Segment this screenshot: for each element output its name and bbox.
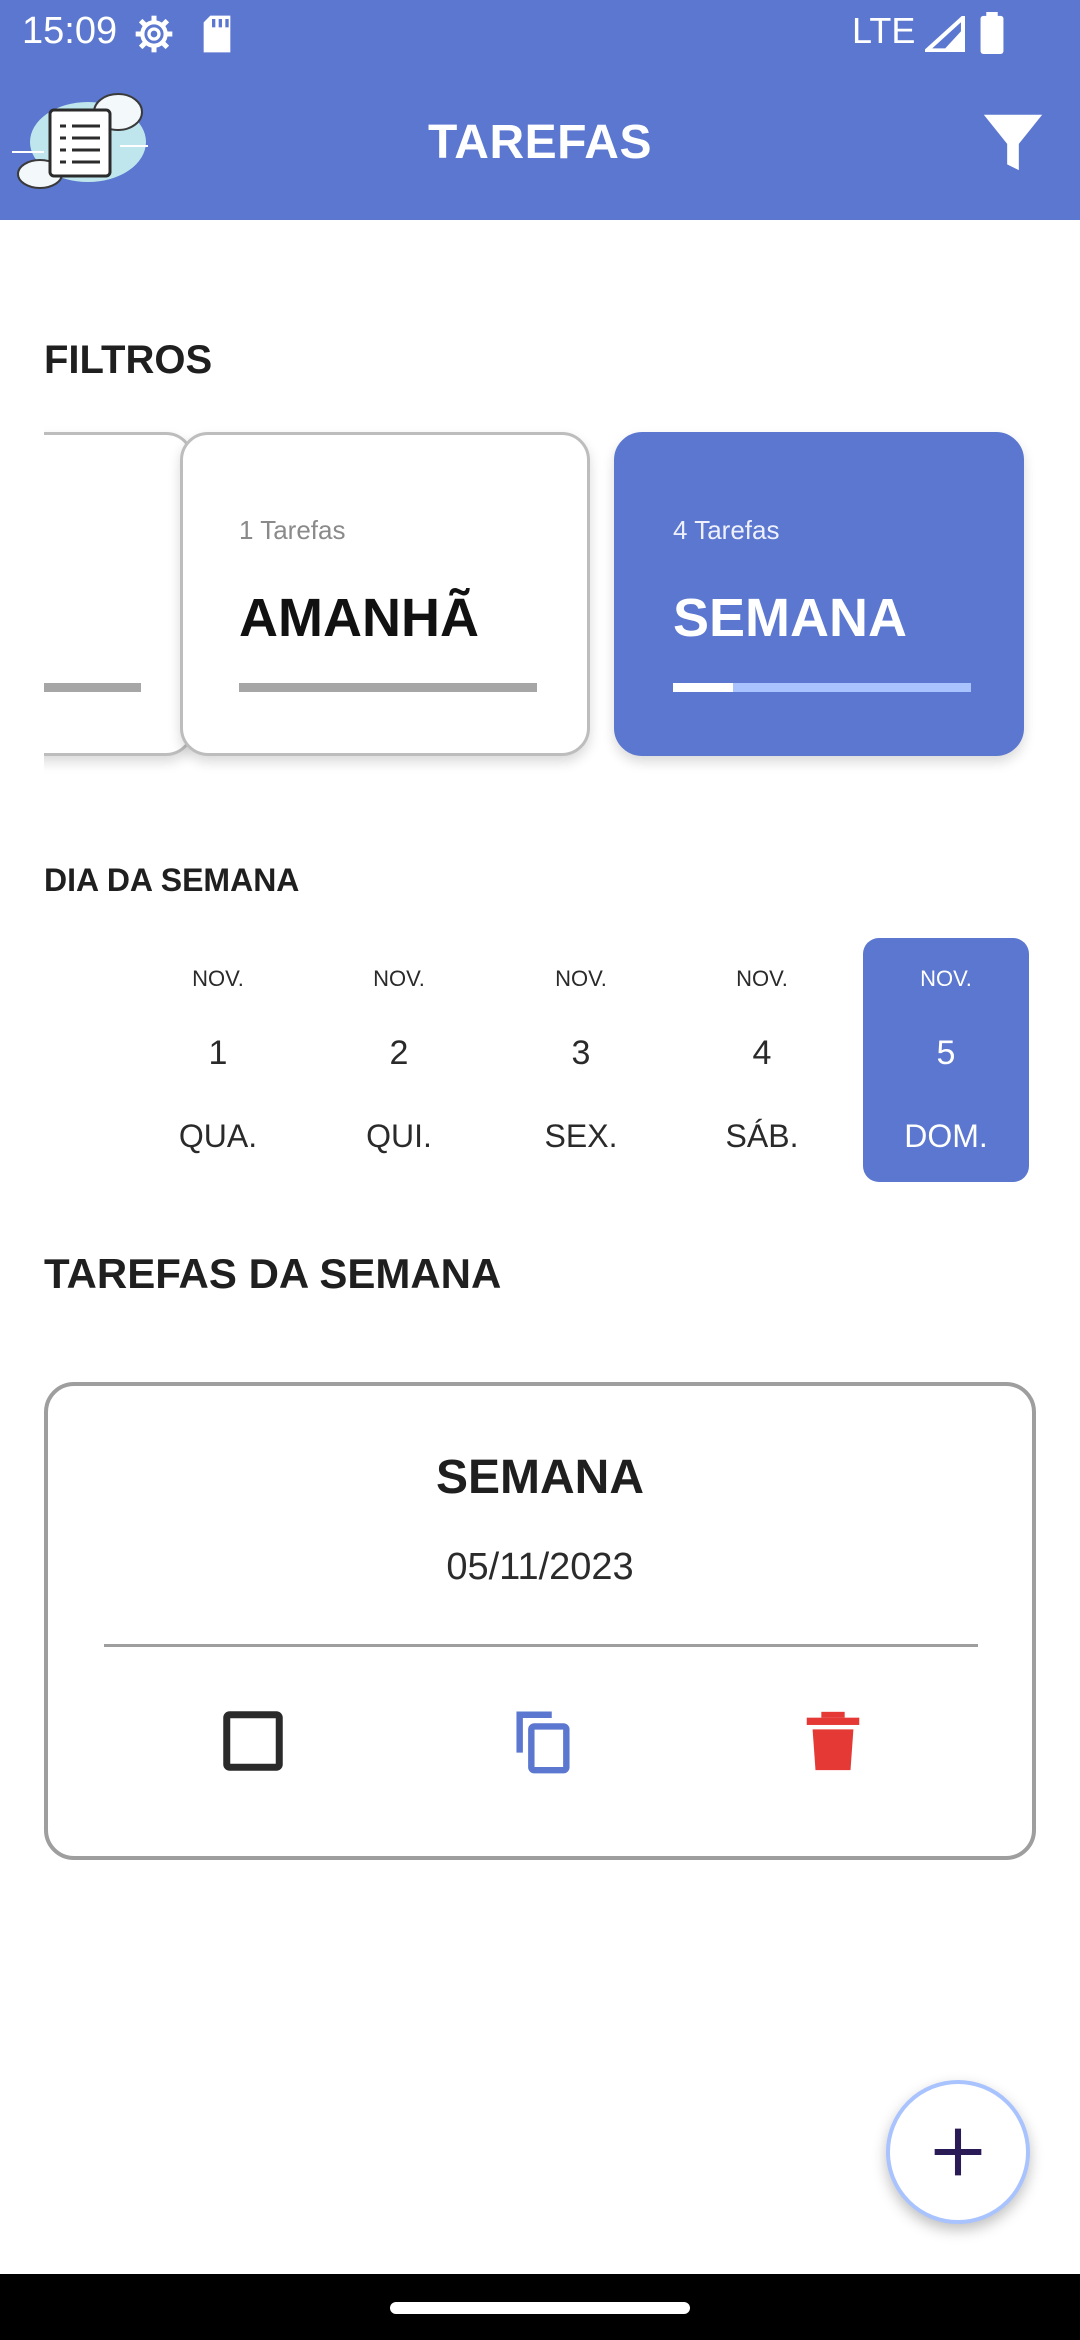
divider — [104, 1644, 978, 1647]
page-title: TAREFAS — [428, 116, 652, 169]
day-item[interactable]: T. 1 R. — [44, 938, 88, 1182]
filter-card-hoje[interactable] — [44, 432, 194, 756]
task-title: SEMANA — [435, 1451, 644, 1504]
filter-card-progress — [239, 683, 537, 692]
day-number: 4 — [752, 1034, 772, 1072]
day-weekday: R. — [44, 1118, 88, 1155]
status-time: 15:09 — [22, 10, 118, 52]
filter-card-progress — [673, 683, 971, 692]
filter-card-amanha[interactable]: 1 Tarefas AMANHÃ — [180, 432, 590, 756]
filter-card-semana[interactable]: 4 Tarefas SEMANA — [614, 432, 1024, 756]
progress-fill — [673, 683, 733, 692]
day-number: 1 — [208, 1034, 228, 1072]
filter-card-label: AMANHÃ — [239, 588, 479, 648]
filter-card-progress — [44, 683, 141, 692]
day-month: NOV. — [555, 966, 607, 991]
home-gesture-handle[interactable] — [390, 2302, 690, 2314]
signal-icon — [925, 16, 965, 52]
tasks-title: TAREFAS DA SEMANA — [44, 1250, 502, 1297]
copy-icon[interactable] — [508, 1706, 578, 1776]
day-item[interactable]: NOV. 1 QUA. — [135, 938, 301, 1182]
checkbox-icon[interactable] — [218, 1706, 288, 1776]
day-weekday: SEX. — [544, 1118, 618, 1154]
filter-carousel[interactable]: 1 Tarefas AMANHÃ 4 Tarefas SEMANA — [44, 420, 1080, 790]
trash-icon[interactable] — [798, 1706, 868, 1776]
weekday-title: DIA DA SEMANA — [44, 862, 300, 898]
network-type: LTE — [852, 10, 916, 51]
day-item[interactable]: NOV. 3 SEX. — [498, 938, 664, 1182]
app-header: 15:09 LTE TAREFAS — [0, 0, 1080, 220]
day-item-selected[interactable]: NOV. 5 DOM. — [863, 938, 1029, 1182]
day-weekday: QUA. — [178, 1118, 258, 1154]
day-item[interactable]: NOV. 2 QUI. — [316, 938, 482, 1182]
day-number: 3 — [571, 1034, 591, 1072]
plus-icon — [934, 2128, 982, 2176]
settings-gear-icon — [135, 15, 173, 53]
day-month: T. — [44, 966, 88, 992]
add-task-button[interactable] — [886, 2080, 1030, 2224]
task-date: 05/11/2023 — [446, 1546, 634, 1588]
filter-card-label: SEMANA — [673, 588, 908, 648]
day-weekday: QUI. — [366, 1118, 432, 1154]
day-month: NOV. — [192, 966, 244, 991]
battery-icon — [980, 12, 1004, 54]
filter-card-count: 4 Tarefas — [673, 515, 780, 545]
filters-title: FILTROS — [44, 338, 213, 382]
status-bar: 15:09 LTE — [0, 0, 1080, 66]
task-card[interactable]: SEMANA 05/11/2023 — [44, 1382, 1036, 1860]
day-number: 5 — [936, 1034, 956, 1072]
day-weekday: SÁB. — [725, 1118, 799, 1154]
sd-card-icon — [203, 15, 231, 53]
day-item[interactable]: NOV. 4 SÁB. — [679, 938, 845, 1182]
day-number: 1 — [44, 1034, 88, 1073]
day-number: 2 — [389, 1034, 409, 1072]
filter-icon[interactable] — [978, 106, 1048, 176]
weekday-selector[interactable]: T. 1 R. NOV. 1 QUA. NOV. 2 QUI. NOV. 3 S… — [44, 936, 1044, 1186]
system-nav-bar — [0, 2274, 1080, 2340]
day-month: NOV. — [373, 966, 425, 991]
day-month: NOV. — [920, 966, 972, 991]
day-weekday: DOM. — [904, 1118, 988, 1154]
filter-card-count: 1 Tarefas — [239, 515, 346, 545]
day-month: NOV. — [736, 966, 788, 991]
